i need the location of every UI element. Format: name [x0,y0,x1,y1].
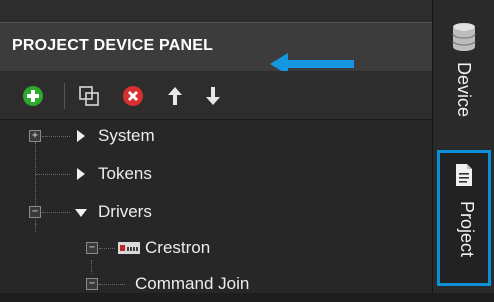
caret-right-icon[interactable] [77,168,85,180]
tab-project[interactable]: Project [437,150,491,286]
caret-right-icon[interactable] [77,130,85,142]
caret-down-icon[interactable] [75,209,87,217]
tree-item-label: System [98,126,155,145]
add-button[interactable] [20,83,46,109]
move-down-button[interactable] [200,83,226,109]
tree-item-system[interactable]: + System [0,120,432,154]
database-icon [452,23,476,51]
tree-connector [42,136,70,137]
tab-device-label: Device [454,62,474,118]
tree-connector [99,284,125,285]
panel-toolbar [0,71,432,120]
project-tree: + System Tokens − Drivers − Crestron − C… [0,120,432,293]
tree-connector [99,248,115,249]
tab-device[interactable]: Device [437,18,491,148]
panel-header: PROJECT DEVICE PANEL [0,22,432,75]
tree-item-label: Tokens [98,164,152,183]
toolbar-separator [64,83,65,109]
document-icon [456,164,472,186]
duplicate-button[interactable] [76,83,102,109]
move-up-button[interactable] [162,83,188,109]
tree-item-drivers[interactable]: − Drivers [0,196,432,230]
tree-item-tokens[interactable]: Tokens [0,158,432,192]
tree-item-crestron[interactable]: − Crestron [0,224,432,266]
expand-toggle[interactable]: − [86,278,98,290]
tree-guide-line [91,260,92,274]
plus-circle-icon [23,86,43,106]
side-tab-rail: Device Project [433,0,494,293]
expand-toggle[interactable]: + [29,130,41,142]
arrow-up-icon [168,87,182,105]
crestron-device-icon [118,242,140,254]
project-device-panel: PROJECT DEVICE PANEL + System Tokens − D… [0,0,433,293]
tree-connector [42,212,70,213]
expand-toggle[interactable]: − [29,206,41,218]
tree-item-command-join[interactable]: − Command Join [0,260,432,302]
tree-item-label: Command Join [135,274,250,293]
tree-item-label: Drivers [98,202,152,221]
tree-guide-line [35,224,36,232]
arrow-down-icon [206,87,220,105]
x-circle-icon [123,86,143,106]
panel-title: PROJECT DEVICE PANEL [12,37,214,54]
remove-button[interactable] [120,83,146,109]
tree-connector [36,174,70,175]
duplicate-icon [79,86,99,106]
tree-item-label: Crestron [145,238,211,257]
tab-project-label: Project [457,201,477,258]
expand-toggle[interactable]: − [86,242,98,254]
